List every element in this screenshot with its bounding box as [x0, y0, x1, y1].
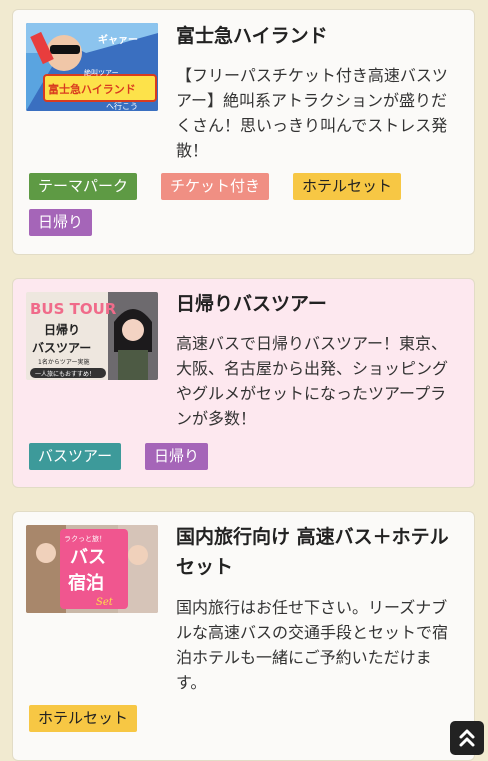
thumb-solo-recommend: 一人旅にもおすすめ！ — [35, 370, 95, 378]
thumb-day-trip: 日帰り — [44, 322, 80, 337]
tour-title[interactable]: 富士急ハイランド — [176, 21, 464, 51]
thumb-easy-trip: ラクっと旅！ — [64, 534, 106, 543]
tour-description: 【フリーパスチケット付き高速バスツアー】絶叫系アトラクションが盛りだくさん！思い… — [176, 66, 448, 160]
thumb-bus-tour-heading: BUS TOUR — [30, 300, 117, 318]
day-bus-tour-thumbnail-image: BUS TOUR 日帰り バスツアー 1名からツアー実施 一人旅にもおすすめ！ — [26, 292, 158, 380]
tag-day-trip[interactable]: 日帰り — [145, 443, 209, 470]
tour-card-day-bus-tour[interactable]: BUS TOUR 日帰り バスツアー 1名からツアー実施 一人旅にもおすすめ！ … — [12, 278, 475, 488]
tour-card-fujikyu[interactable]: ギャァー 絶叫ツアー 富士急ハイランド へ行こう 富士急ハイランド 【フリーパス… — [12, 9, 475, 255]
tour-title[interactable]: 国内旅行向け 高速バス＋ホテルセット — [176, 522, 464, 582]
tag-day-trip[interactable]: 日帰り — [29, 209, 93, 236]
double-chevron-up-icon — [459, 729, 475, 747]
thumb-caption: へ行こう — [106, 101, 138, 111]
fujikyu-thumbnail[interactable]: ギャァー 絶叫ツアー 富士急ハイランド へ行こう — [26, 23, 158, 111]
fujikyu-thumbnail-image: ギャァー 絶叫ツアー 富士急ハイランド へ行こう — [26, 23, 158, 111]
tour-description: 国内旅行はお任せ下さい。リーズナブルな高速バスの交通手段とセットで宿泊ホテルも一… — [176, 598, 449, 692]
thumb-bus-tour-jp: バスツアー — [32, 341, 91, 355]
tour-card-bus-hotel-set[interactable]: ラクっと旅！ バス 宿泊 Set 国内旅行向け 高速バス＋ホテルセット 国内旅行… — [12, 511, 475, 761]
tag-theme-park[interactable]: テーマパーク — [29, 173, 138, 200]
thumb-shout-text: ギャァー — [98, 33, 138, 46]
thumb-bus: バス — [70, 547, 106, 568]
thumb-set: Set — [96, 597, 114, 608]
tour-title[interactable]: 日帰りバスツアー — [176, 289, 464, 319]
tag-ticket-included[interactable]: チケット付き — [161, 173, 270, 200]
tag-hotel-set[interactable]: ホテルセット — [293, 173, 402, 200]
thumb-title: 富士急ハイランド — [48, 82, 136, 96]
thumb-subtitle: 絶叫ツアー — [84, 68, 119, 77]
tour-description: 高速バスで日帰りバスツアー！東京、大阪、名古屋から出発、ショッピングやグルメがセ… — [176, 334, 449, 428]
thumb-min-one: 1名からツアー実施 — [38, 358, 89, 366]
scroll-top-button[interactable] — [450, 721, 484, 755]
bus-hotel-thumbnail-image: ラクっと旅！ バス 宿泊 Set — [26, 525, 158, 613]
bus-hotel-thumbnail[interactable]: ラクっと旅！ バス 宿泊 Set — [26, 525, 158, 613]
thumb-stay: 宿泊 — [68, 572, 104, 594]
day-bus-tour-thumbnail[interactable]: BUS TOUR 日帰り バスツアー 1名からツアー実施 一人旅にもおすすめ！ — [26, 292, 158, 380]
tag-bus-tour[interactable]: バスツアー — [29, 443, 122, 470]
tag-hotel-set[interactable]: ホテルセット — [29, 705, 138, 732]
